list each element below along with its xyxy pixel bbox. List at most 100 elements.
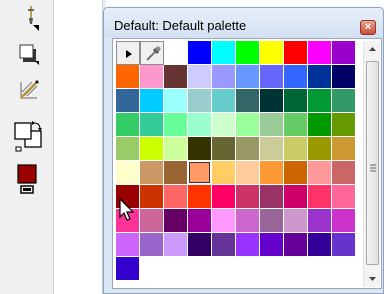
color-swatch[interactable] — [116, 257, 140, 281]
color-swatch[interactable] — [164, 233, 188, 257]
close-icon[interactable]: × — [360, 20, 376, 35]
palette-scrollbar[interactable] — [363, 41, 380, 287]
color-swatch[interactable] — [212, 209, 236, 233]
drop-shadow-icon[interactable] — [18, 42, 42, 66]
fill-color-icon[interactable] — [15, 163, 41, 195]
eyedropper-icon[interactable] — [21, 4, 43, 34]
color-swatch[interactable] — [332, 185, 356, 209]
color-swatch[interactable] — [140, 137, 164, 161]
color-swatch[interactable] — [140, 89, 164, 113]
scroll-thumb[interactable] — [366, 61, 379, 265]
color-swatch[interactable] — [212, 65, 236, 89]
color-swatch[interactable] — [332, 233, 356, 257]
color-swatch[interactable] — [116, 65, 140, 89]
color-swatch[interactable] — [140, 233, 164, 257]
color-swatch[interactable] — [164, 65, 188, 89]
color-swatch[interactable] — [236, 137, 260, 161]
color-swatch[interactable] — [308, 41, 332, 65]
color-swatch[interactable] — [140, 65, 164, 89]
color-swatch[interactable] — [260, 137, 284, 161]
color-swatch[interactable] — [212, 233, 236, 257]
eyedropper-icon[interactable] — [140, 41, 164, 65]
color-swatch[interactable] — [332, 161, 356, 185]
color-swatch[interactable] — [140, 185, 164, 209]
color-swatch[interactable] — [212, 113, 236, 137]
color-swatch[interactable] — [116, 113, 140, 137]
color-swatch[interactable] — [332, 89, 356, 113]
color-swatch[interactable] — [308, 89, 332, 113]
color-swatch[interactable] — [332, 137, 356, 161]
color-swatch[interactable] — [212, 89, 236, 113]
no-color-icon[interactable] — [116, 41, 140, 65]
color-swatch[interactable] — [116, 161, 140, 185]
color-swatch[interactable] — [332, 65, 356, 89]
color-swatch[interactable] — [188, 137, 212, 161]
color-swatch[interactable] — [284, 65, 308, 89]
color-swatch[interactable] — [164, 89, 188, 113]
color-swatch[interactable] — [260, 161, 284, 185]
color-swatch[interactable] — [212, 137, 236, 161]
color-swatch[interactable] — [116, 233, 140, 257]
color-swatch[interactable] — [140, 209, 164, 233]
color-swatch[interactable] — [236, 185, 260, 209]
color-swatch[interactable] — [212, 185, 236, 209]
color-swatch[interactable] — [236, 89, 260, 113]
color-swatch[interactable] — [164, 41, 188, 65]
color-swatch[interactable] — [164, 113, 188, 137]
swap-colors-icon[interactable] — [12, 120, 46, 154]
scroll-down-arrow-icon[interactable] — [364, 270, 381, 287]
color-swatch[interactable] — [332, 113, 356, 137]
color-swatch[interactable] — [260, 89, 284, 113]
color-swatch[interactable] — [284, 41, 308, 65]
color-swatch[interactable] — [188, 113, 212, 137]
scroll-up-arrow-icon[interactable] — [364, 41, 381, 58]
color-swatch[interactable] — [188, 41, 212, 65]
color-swatch[interactable] — [164, 209, 188, 233]
color-swatch[interactable] — [212, 161, 236, 185]
color-swatch[interactable] — [260, 233, 284, 257]
color-swatch[interactable] — [236, 233, 260, 257]
color-swatch[interactable] — [260, 41, 284, 65]
color-swatch[interactable] — [308, 209, 332, 233]
color-swatch[interactable] — [188, 209, 212, 233]
color-swatch[interactable] — [212, 41, 236, 65]
color-swatch[interactable] — [332, 209, 356, 233]
color-swatch[interactable] — [308, 161, 332, 185]
color-swatch[interactable] — [260, 113, 284, 137]
color-swatch[interactable] — [260, 209, 284, 233]
color-swatch[interactable] — [236, 161, 260, 185]
color-swatch[interactable] — [308, 137, 332, 161]
color-swatch[interactable] — [260, 185, 284, 209]
color-swatch[interactable] — [164, 185, 188, 209]
color-swatch[interactable] — [116, 89, 140, 113]
color-swatch[interactable] — [284, 137, 308, 161]
color-swatch[interactable] — [188, 89, 212, 113]
color-swatch[interactable] — [188, 185, 212, 209]
color-swatch[interactable] — [188, 161, 212, 185]
color-swatch[interactable] — [308, 233, 332, 257]
color-swatch[interactable] — [284, 185, 308, 209]
color-swatch[interactable] — [284, 209, 308, 233]
color-swatch[interactable] — [332, 41, 356, 65]
color-swatch[interactable] — [140, 161, 164, 185]
blend-icon[interactable] — [18, 78, 42, 104]
color-swatch[interactable] — [308, 113, 332, 137]
palette-titlebar[interactable]: Default: Default palette × — [104, 8, 383, 38]
color-swatch[interactable] — [308, 65, 332, 89]
color-swatch[interactable] — [116, 137, 140, 161]
color-swatch[interactable] — [260, 65, 284, 89]
color-swatch[interactable] — [188, 233, 212, 257]
color-swatch[interactable] — [284, 161, 308, 185]
color-swatch[interactable] — [164, 161, 188, 185]
color-swatch[interactable] — [284, 113, 308, 137]
color-swatch[interactable] — [236, 113, 260, 137]
color-swatch[interactable] — [140, 113, 164, 137]
color-swatch[interactable] — [236, 65, 260, 89]
color-swatch[interactable] — [284, 233, 308, 257]
color-swatch[interactable] — [188, 65, 212, 89]
color-swatch[interactable] — [284, 89, 308, 113]
color-swatch[interactable] — [236, 209, 260, 233]
color-swatch[interactable] — [308, 185, 332, 209]
color-swatch[interactable] — [164, 137, 188, 161]
color-swatch[interactable] — [236, 41, 260, 65]
